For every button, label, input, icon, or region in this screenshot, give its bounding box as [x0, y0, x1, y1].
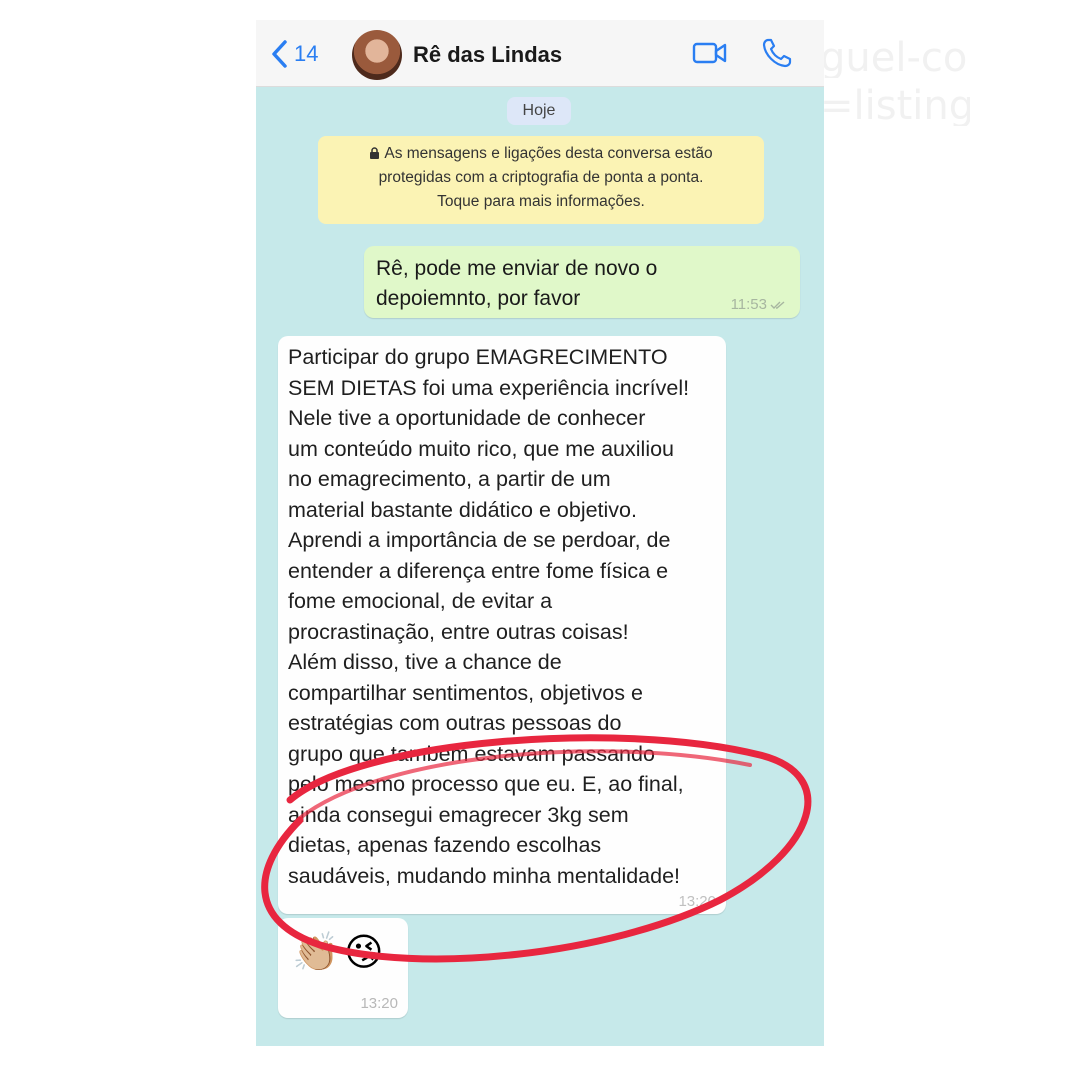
clapping-hands-emoji: 👏🏼 [292, 930, 340, 974]
voice-call-button[interactable] [761, 37, 793, 74]
background-watermark-text: guel-co [820, 38, 968, 78]
message-line: material bastante didático e objetivo. [288, 497, 637, 522]
encryption-notice-line: Toque para mais informações. [437, 193, 645, 210]
background-watermark-text: =listing_ [820, 86, 970, 126]
message-line: no emagrecimento, a partir de um [288, 467, 611, 491]
message-line: Nele tive a oportunidade de conhecer [288, 406, 646, 430]
video-call-button[interactable] [692, 40, 728, 71]
message-time: 11:53 [730, 296, 767, 313]
lock-icon [370, 147, 380, 159]
back-button[interactable]: 14 [270, 38, 318, 70]
kissing-face-emoji: 😘 [344, 930, 384, 974]
message-time: 13:20 [360, 995, 398, 1012]
message-line: um conteúdo muito rico, que me auxiliou [288, 436, 675, 461]
message-time: 13:20 [678, 893, 716, 910]
unread-count: 14 [294, 41, 319, 66]
message-line: entender a diferença entre fome física e [288, 558, 669, 583]
avatar[interactable] [352, 30, 402, 80]
message-line: Participar do grupo EMAGRECIMENTO [288, 345, 668, 369]
double-check-icon [770, 300, 785, 309]
incoming-emoji-message[interactable]: 👏🏼 😘 13:20 [278, 918, 408, 1018]
chevron-left-icon [272, 40, 287, 68]
message-line: depoiemnto, por favor [376, 287, 581, 310]
message-line: SEM DIETAS foi uma experiência incrível! [288, 375, 690, 400]
message-line: pelo mesmo processo que eu. E, ao final, [288, 772, 684, 796]
video-camera-icon [692, 42, 727, 64]
chat-screen: 14 Rê das Lindas Hoje As mensagens e lig… [256, 20, 824, 1046]
encryption-notice-line: As mensagens e ligações desta conversa e… [384, 145, 713, 162]
message-line: fome emocional, de evitar a [288, 589, 553, 613]
outgoing-message[interactable]: Rê, pode me enviar de novo o depoiemnto,… [364, 246, 800, 318]
message-line: Rê, pode me enviar de novo o [376, 257, 658, 280]
message-line: compartilhar sentimentos, objetivos e [288, 680, 643, 705]
incoming-message[interactable]: Participar do grupo EMAGRECIMENTO SEM DI… [278, 336, 726, 914]
message-line: Aprendi a importância de se perdoar, de [288, 528, 671, 552]
message-line: dietas, apenas fazendo escolhas [288, 833, 602, 857]
message-line: ainda consegui emagrecer 3kg sem [288, 802, 629, 827]
encryption-notice-line: protegidas com a criptografia de ponta a… [378, 169, 704, 186]
message-text: Participar do grupo EMAGRECIMENTO SEM DI… [288, 342, 728, 891]
contact-name[interactable]: Rê das Lindas [413, 42, 562, 68]
message-text: Rê, pode me enviar de novo o depoiemnto,… [376, 254, 696, 314]
chat-header: 14 Rê das Lindas [256, 20, 824, 87]
message-line: estratégias com outras pessoas do [288, 711, 622, 735]
message-meta: 11:53 [731, 296, 786, 313]
phone-icon [762, 38, 792, 68]
message-line: procrastinação, entre outras coisas! [288, 619, 629, 644]
message-line: grupo que também estavam passando [288, 741, 655, 766]
encryption-notice[interactable]: As mensagens e ligações desta conversa e… [318, 136, 764, 224]
date-chip: Hoje [507, 97, 571, 125]
message-line: Além disso, tive a chance de [288, 650, 562, 674]
message-line: saudáveis, mudando minha mentalidade! [288, 863, 681, 888]
